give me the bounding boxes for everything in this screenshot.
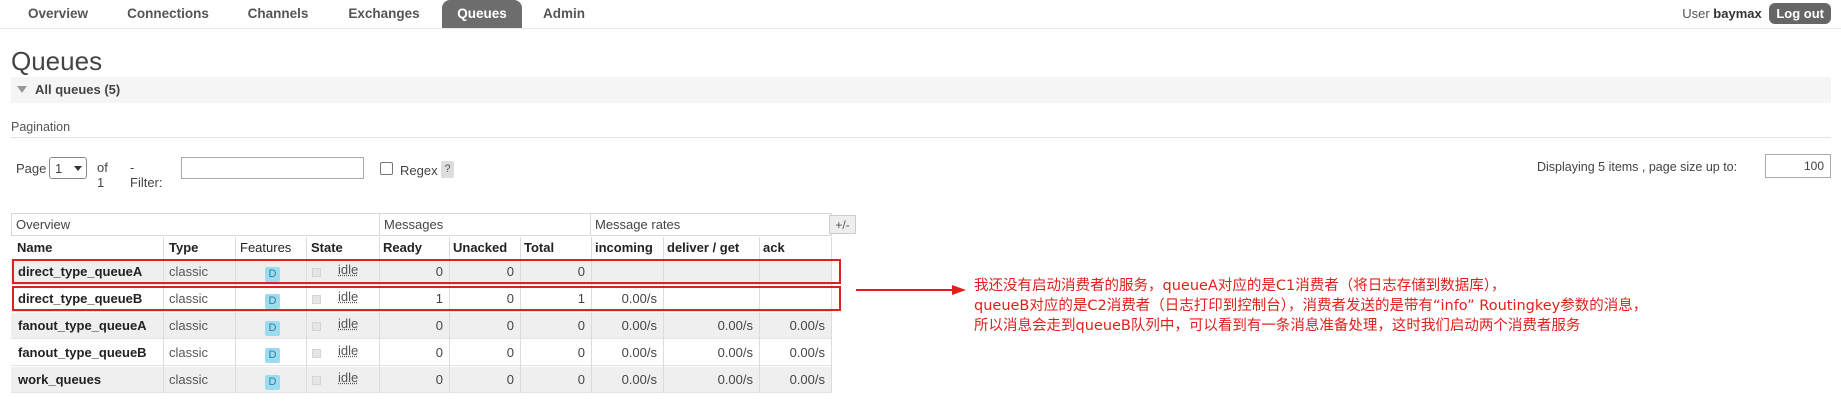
top-nav: Overview Connections Channels Exchanges … [0,0,1841,29]
cell-unacked: 0 [506,372,514,387]
group-messages: Messages [379,213,591,236]
column-toggle-button[interactable]: +/- [829,215,856,234]
col-ack[interactable]: ack [759,237,829,258]
cell-deliver: 0.00/s [717,318,753,333]
queue-name-link[interactable]: work_queues [13,369,163,391]
durable-badge: D [265,348,280,363]
cell-deliver: 0.00/s [717,345,753,360]
col-unacked[interactable]: Unacked [449,237,519,258]
cell-ready: 0 [435,318,443,333]
arrow-icon [856,285,966,295]
highlight-box-queueA [12,259,841,284]
state-indicator-icon [312,376,321,385]
collapse-triangle-icon [17,86,27,93]
tab-admin[interactable]: Admin [528,0,600,28]
regex-help-button[interactable]: ? [441,161,454,178]
logout-button[interactable]: Log out [1769,3,1831,24]
page-label: Page [16,161,47,176]
group-overview: Overview [11,213,380,236]
durable-badge: D [265,321,280,336]
cell-ack: 0.00/s [789,318,825,333]
state-indicator-icon [312,322,321,331]
cell-incoming: 0.00/s [621,372,657,387]
tab-channels[interactable]: Channels [232,0,324,28]
user-info: User baymax Log out [1682,3,1831,24]
tab-exchanges[interactable]: Exchanges [332,0,436,28]
tab-queues[interactable]: Queues [442,0,522,28]
pagination-heading: Pagination [11,120,71,134]
filter-input[interactable] [181,157,364,179]
cell-deliver: 0.00/s [717,372,753,387]
col-deliver-get[interactable]: deliver / get [663,237,759,258]
col-type[interactable]: Type [165,237,235,258]
queue-name-link[interactable]: fanout_type_queueB [13,342,163,364]
section-label: All queues (5) [35,82,121,97]
col-total[interactable]: Total [520,237,590,258]
highlight-box-queueB [12,286,841,311]
cell-unacked: 0 [506,345,514,360]
queue-state: idle [338,370,359,385]
queue-type: classic [169,372,209,387]
group-message-rates: Message rates [590,213,832,236]
user-name: baymax [1713,6,1762,21]
display-info: Displaying 5 items , page size up to: [1537,160,1738,174]
state-indicator-icon [312,349,321,358]
queue-state: idle [338,316,359,331]
page-of-label: of 1 [97,160,108,190]
queue-type: classic [169,345,209,360]
cell-incoming: 0.00/s [621,345,657,360]
user-label: User [1682,6,1710,21]
page-title: Queues [11,46,103,76]
col-ready[interactable]: Ready [379,237,449,258]
tab-overview[interactable]: Overview [12,0,104,28]
filter-label: - Filter: [130,160,163,190]
page-size-input[interactable]: 100 [1765,154,1831,178]
cell-ready: 0 [435,372,443,387]
durable-badge: D [265,375,280,390]
cell-total: 0 [577,318,585,333]
chevron-down-icon [74,166,82,171]
col-state[interactable]: State [307,237,377,258]
cell-total: 0 [577,372,585,387]
page-select[interactable]: 1 [49,157,87,179]
cell-ack: 0.00/s [789,372,825,387]
tab-connections[interactable]: Connections [112,0,224,28]
cell-unacked: 0 [506,318,514,333]
cell-ack: 0.00/s [789,345,825,360]
cell-incoming: 0.00/s [621,318,657,333]
divider [11,137,1831,138]
cell-total: 0 [577,345,585,360]
col-incoming[interactable]: incoming [591,237,663,258]
col-name[interactable]: Name [13,237,163,258]
regex-checkbox[interactable] [380,162,393,175]
queue-name-link[interactable]: fanout_type_queueA [13,315,163,337]
annotation-text: 我还没有启动消费者的服务，queueA对应的是C1消费者（将日志存储到数据库），… [974,278,1648,334]
page-select-value: 1 [55,161,63,176]
cell-ready: 0 [435,345,443,360]
regex-label: Regex [400,163,438,178]
queue-type: classic [169,318,209,333]
queue-state: idle [338,343,359,358]
col-features[interactable]: Features [236,237,306,258]
all-queues-toggle[interactable]: All queues (5) [11,77,1831,103]
